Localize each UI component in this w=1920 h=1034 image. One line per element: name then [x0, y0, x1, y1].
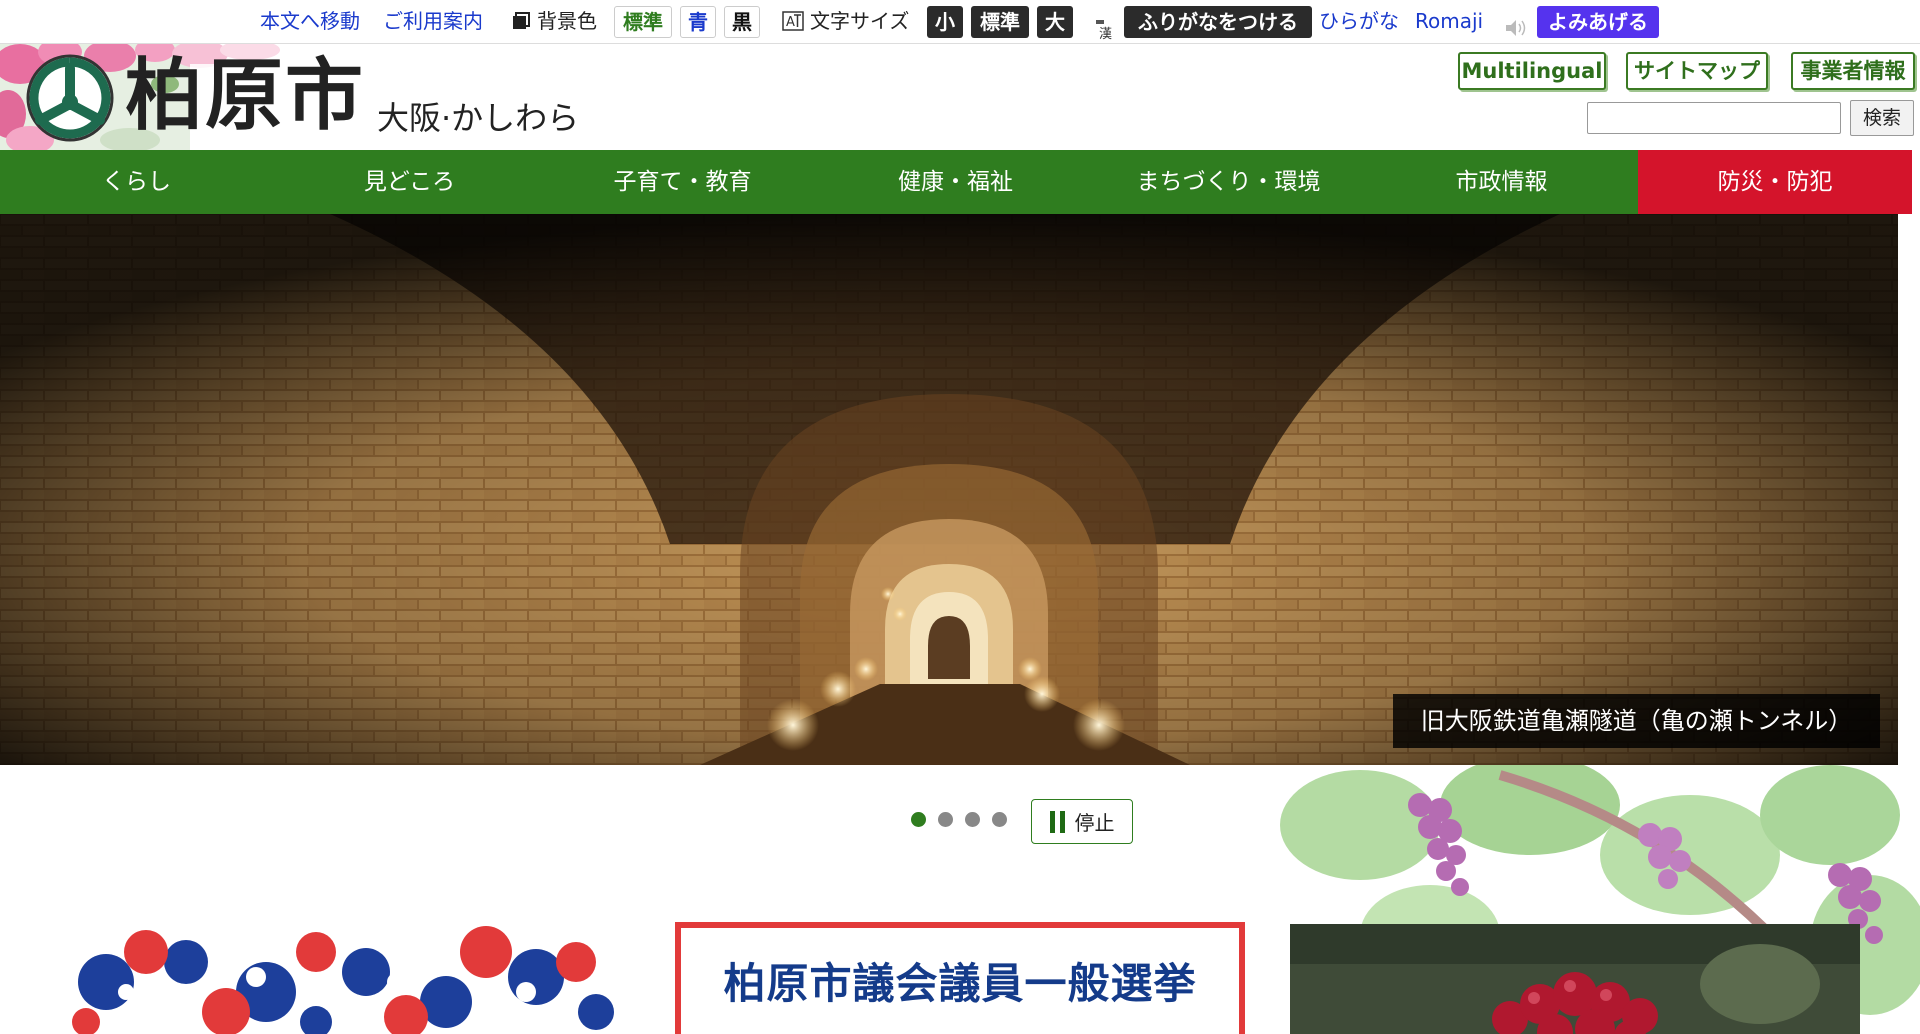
- bg-color-label: 背景色: [511, 4, 597, 38]
- utility-bar: 本文へ移動 ご利用案内 背景色 標準 青 黒 A 文字サイズ 小 標準 大 漢 …: [0, 0, 1920, 44]
- grape-photo-banner[interactable]: [1290, 924, 1860, 1034]
- slider-dot-2[interactable]: [938, 812, 953, 827]
- bg-blue-button[interactable]: 青: [680, 6, 716, 38]
- nav-item-sightseeing[interactable]: 見どころ: [273, 150, 546, 214]
- sitemap-button[interactable]: サイトマップ: [1626, 52, 1768, 90]
- site-title[interactable]: 柏原市: [125, 50, 365, 142]
- svg-text:漢: 漢: [1099, 27, 1112, 42]
- multilingual-button[interactable]: Multilingual: [1458, 52, 1606, 90]
- business-info-button[interactable]: 事業者情報: [1791, 52, 1915, 90]
- city-emblem-logo: [26, 54, 114, 142]
- nav-item-childcare-education[interactable]: 子育て・教育: [546, 150, 819, 214]
- slider-dot-3[interactable]: [965, 812, 980, 827]
- festival-banner[interactable]: [66, 922, 630, 1034]
- slider-dots: [911, 812, 1007, 827]
- window-icon: [513, 12, 530, 29]
- font-standard-button[interactable]: 標準: [971, 6, 1029, 38]
- site-header: 柏原市 大阪·かしわら Multilingual サイトマップ 事業者情報 検索: [0, 44, 1920, 150]
- pause-icon: [1049, 810, 1065, 833]
- nav-item-town-environment[interactable]: まちづくり・環境: [1092, 150, 1365, 214]
- slider-stop-label: 停止: [1074, 811, 1115, 835]
- font-size-label: A 文字サイズ: [782, 4, 909, 38]
- usage-guide-link[interactable]: ご利用案内: [383, 4, 483, 38]
- romaji-link[interactable]: Romaji: [1415, 4, 1483, 38]
- skip-to-content-link[interactable]: 本文へ移動: [260, 4, 360, 38]
- slider-dot-1[interactable]: [911, 812, 926, 827]
- site-subtitle: 大阪·かしわら: [377, 99, 580, 137]
- svg-text:A: A: [786, 15, 795, 30]
- text-size-icon: A: [782, 11, 804, 31]
- nav-item-city-info[interactable]: 市政情報: [1365, 150, 1638, 214]
- furigana-button[interactable]: ふりがなをつける: [1124, 6, 1312, 38]
- hiragana-link[interactable]: ひらがな: [1319, 4, 1399, 38]
- search-button[interactable]: 検索: [1850, 100, 1914, 136]
- nav-item-living[interactable]: くらし: [0, 150, 273, 214]
- slider-stop-button[interactable]: 停止: [1031, 799, 1133, 844]
- speaker-icon: [1506, 20, 1526, 36]
- bg-standard-button[interactable]: 標準: [614, 6, 672, 38]
- search-input[interactable]: [1587, 102, 1841, 134]
- tunnel-photo: [0, 214, 1898, 765]
- nav-item-disaster-prevention[interactable]: 防災・防犯: [1638, 150, 1912, 214]
- font-large-button[interactable]: 大: [1037, 6, 1073, 38]
- election-banner[interactable]: 柏原市議会議員一般選挙: [675, 922, 1245, 1034]
- hero-caption: 旧大阪鉄道亀瀬隧道（亀の瀬トンネル）: [1393, 694, 1880, 748]
- hero-slider[interactable]: 旧大阪鉄道亀瀬隧道（亀の瀬トンネル）: [0, 214, 1898, 765]
- election-banner-title: 柏原市議会議員一般選挙: [723, 959, 1197, 1008]
- slider-dot-4[interactable]: [992, 812, 1007, 827]
- bg-black-button[interactable]: 黒: [724, 6, 760, 38]
- global-nav: くらし 見どころ 子育て・教育 健康・福祉 まちづくり・環境 市政情報 防災・防…: [0, 150, 1912, 214]
- furigana-icon: 漢: [1096, 20, 1112, 42]
- font-small-button[interactable]: 小: [927, 6, 963, 38]
- font-size-label-text: 文字サイズ: [810, 9, 910, 33]
- bg-color-label-text: 背景色: [537, 9, 597, 33]
- nav-item-health-welfare[interactable]: 健康・福祉: [819, 150, 1092, 214]
- read-aloud-button[interactable]: よみあげる: [1537, 6, 1659, 38]
